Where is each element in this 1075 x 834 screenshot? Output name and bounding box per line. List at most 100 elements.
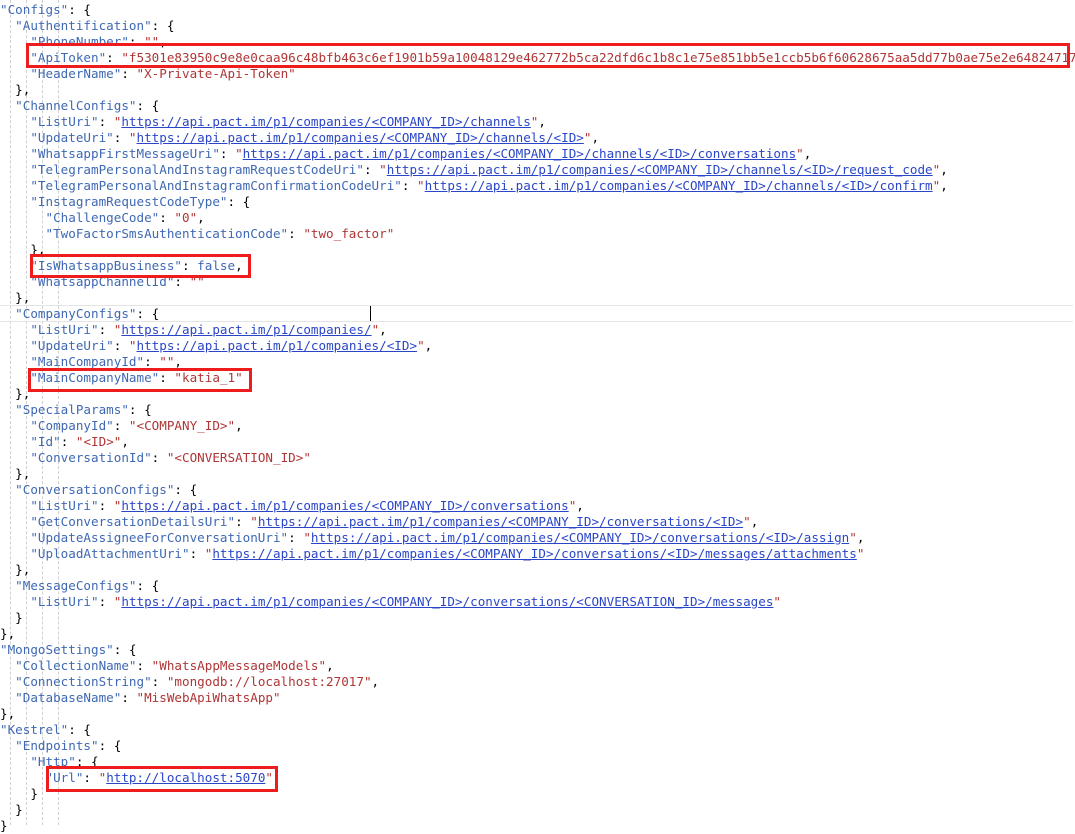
json-config-editor[interactable]: "Configs": { "Authentification": { "Phon…: [0, 0, 1075, 833]
code-line[interactable]: "Http": {: [0, 754, 1075, 770]
json-key: "UpdateUri": [30, 130, 114, 145]
code-line[interactable]: "Kestrel": {: [0, 722, 1075, 738]
code-line[interactable]: },: [0, 706, 1075, 722]
json-punctuation: :: [121, 690, 137, 705]
json-url-link[interactable]: https://api.pact.im/p1/companies/<COMPAN…: [387, 162, 933, 177]
code-line[interactable]: },: [0, 466, 1075, 482]
code-line[interactable]: }: [0, 610, 1075, 626]
code-line[interactable]: "CollectionName": "WhatsAppMessageModels…: [0, 658, 1075, 674]
text-caret: [370, 306, 371, 321]
json-punctuation: :: [98, 322, 114, 337]
code-line[interactable]: "MessageConfigs": {: [0, 578, 1075, 594]
json-key: "GetConversationDetailsUri": [30, 514, 236, 529]
code-line[interactable]: "CompanyConfigs": {: [0, 306, 1075, 322]
json-string: "X-Private-Api-Token": [136, 66, 296, 81]
json-key: "ListUri": [30, 114, 99, 129]
code-line[interactable]: "Configs": {: [0, 2, 1075, 18]
code-line[interactable]: "Url": "http://localhost:5070": [0, 770, 1075, 786]
code-line[interactable]: "Authentification": {: [0, 18, 1075, 34]
code-line[interactable]: "PhoneNumber": "",: [0, 34, 1075, 50]
code-line[interactable]: }: [0, 786, 1075, 802]
code-line[interactable]: "ListUri": "https://api.pact.im/p1/compa…: [0, 322, 1075, 338]
code-line[interactable]: "ApiToken": "f5301e83950c9e8e0caa96c48bf…: [0, 50, 1075, 66]
code-line[interactable]: "UploadAttachmentUri": "https://api.pact…: [0, 546, 1075, 562]
code-line[interactable]: "ConversationId": "<CONVERSATION_ID>": [0, 450, 1075, 466]
json-punctuation: :: [288, 226, 304, 241]
json-string: ": [235, 146, 243, 161]
code-line[interactable]: "TelegramPersonalAndInstagramRequestCode…: [0, 162, 1075, 178]
json-url-link[interactable]: https://api.pact.im/p1/companies/<COMPAN…: [212, 546, 856, 561]
code-line[interactable]: }: [0, 802, 1075, 818]
code-line[interactable]: "CompanyId": "<COMPANY_ID>",: [0, 418, 1075, 434]
code-line[interactable]: "DatabaseName": "MisWebApiWhatsApp": [0, 690, 1075, 706]
json-url-link[interactable]: https://api.pact.im/p1/companies/<COMPAN…: [311, 530, 849, 545]
code-line[interactable]: "ChallengeCode": "0",: [0, 210, 1075, 226]
json-string: ": [265, 770, 274, 785]
code-line[interactable]: "MainCompanyName": "katia_1": [0, 370, 1075, 386]
code-line[interactable]: },: [0, 290, 1075, 306]
code-line[interactable]: "ChannelConfigs": {: [0, 98, 1075, 114]
code-line[interactable]: "TwoFactorSmsAuthenticationCode": "two_f…: [0, 226, 1075, 242]
json-punctuation: : {: [113, 642, 137, 657]
code-line[interactable]: "ConversationConfigs": {: [0, 482, 1075, 498]
code-line[interactable]: "UpdateAssigneeForConversationUri": "htt…: [0, 530, 1075, 546]
code-line[interactable]: "ListUri": "https://api.pact.im/p1/compa…: [0, 114, 1075, 130]
code-line[interactable]: "ConnectionString": "mongodb://localhost…: [0, 674, 1075, 690]
code-line[interactable]: },: [0, 626, 1075, 642]
code-line[interactable]: "UpdateUri": "https://api.pact.im/p1/com…: [0, 130, 1075, 146]
json-punctuation: : {: [68, 2, 91, 17]
json-key: "MessageConfigs": [15, 578, 137, 593]
code-line[interactable]: },: [0, 242, 1075, 258]
json-punctuation: :: [288, 530, 304, 545]
code-line[interactable]: "SpecialParams": {: [0, 402, 1075, 418]
json-key: "ApiToken": [30, 50, 107, 65]
json-url-link[interactable]: https://api.pact.im/p1/companies/<COMPAN…: [425, 178, 933, 193]
json-punctuation: :: [98, 594, 114, 609]
code-line[interactable]: "TelegramPersonalAndInstagramConfirmatio…: [0, 178, 1075, 194]
json-url-link[interactable]: https://api.pact.im/p1/companies/<COMPAN…: [121, 498, 568, 513]
json-url-link[interactable]: https://api.pact.im/p1/companies/: [121, 322, 371, 337]
json-url-link[interactable]: https://api.pact.im/p1/companies/<COMPAN…: [258, 514, 743, 529]
json-punctuation: ,: [591, 130, 600, 145]
code-line[interactable]: "MongoSettings": {: [0, 642, 1075, 658]
code-line[interactable]: }: [0, 818, 1075, 834]
code-line[interactable]: "ListUri": "https://api.pact.im/p1/compa…: [0, 498, 1075, 514]
json-url-link[interactable]: https://api.pact.im/p1/companies/<COMPAN…: [243, 146, 797, 161]
json-literal: false: [197, 258, 236, 273]
code-line[interactable]: "ListUri": "https://api.pact.im/p1/compa…: [0, 594, 1075, 610]
code-line[interactable]: "Endpoints": {: [0, 738, 1075, 754]
code-area[interactable]: "Configs": { "Authentification": { "Phon…: [0, 0, 1075, 834]
code-line[interactable]: },: [0, 82, 1075, 98]
json-punctuation: },: [15, 386, 31, 401]
code-line[interactable]: "GetConversationDetailsUri": "https://ap…: [0, 514, 1075, 530]
code-line[interactable]: },: [0, 386, 1075, 402]
code-line[interactable]: "InstagramRequestCodeType": {: [0, 194, 1075, 210]
json-punctuation: :: [144, 354, 160, 369]
json-punctuation: ,: [235, 258, 243, 273]
json-url-link[interactable]: http://localhost:5070: [106, 770, 265, 785]
code-line[interactable]: "WhatsappChannelId": "": [0, 274, 1075, 290]
code-line[interactable]: "HeaderName": "X-Private-Api-Token": [0, 66, 1075, 82]
json-key: "UploadAttachmentUri": [30, 546, 190, 561]
code-line[interactable]: "WhatsappFirstMessageUri": "https://api.…: [0, 146, 1075, 162]
code-line[interactable]: "UpdateUri": "https://api.pact.im/p1/com…: [0, 338, 1075, 354]
json-punctuation: : {: [136, 306, 160, 321]
json-url-link[interactable]: https://api.pact.im/p1/companies/<COMPAN…: [137, 130, 584, 145]
json-string: ": [128, 338, 137, 353]
json-key: "PhoneNumber": [30, 34, 129, 49]
code-line[interactable]: "Id": "<ID>",: [0, 434, 1075, 450]
code-line[interactable]: "IsWhatsappBusiness": false,: [0, 258, 1075, 274]
json-url-link[interactable]: https://api.pact.im/p1/companies/<COMPAN…: [121, 594, 773, 609]
json-url-link[interactable]: https://api.pact.im/p1/companies/<ID>: [137, 338, 418, 353]
json-string: "<ID>": [75, 434, 122, 449]
json-punctuation: ,: [538, 114, 546, 129]
code-line[interactable]: "MainCompanyId": "",: [0, 354, 1075, 370]
code-line[interactable]: },: [0, 562, 1075, 578]
json-url-link[interactable]: https://api.pact.im/p1/companies/<COMPAN…: [121, 114, 530, 129]
